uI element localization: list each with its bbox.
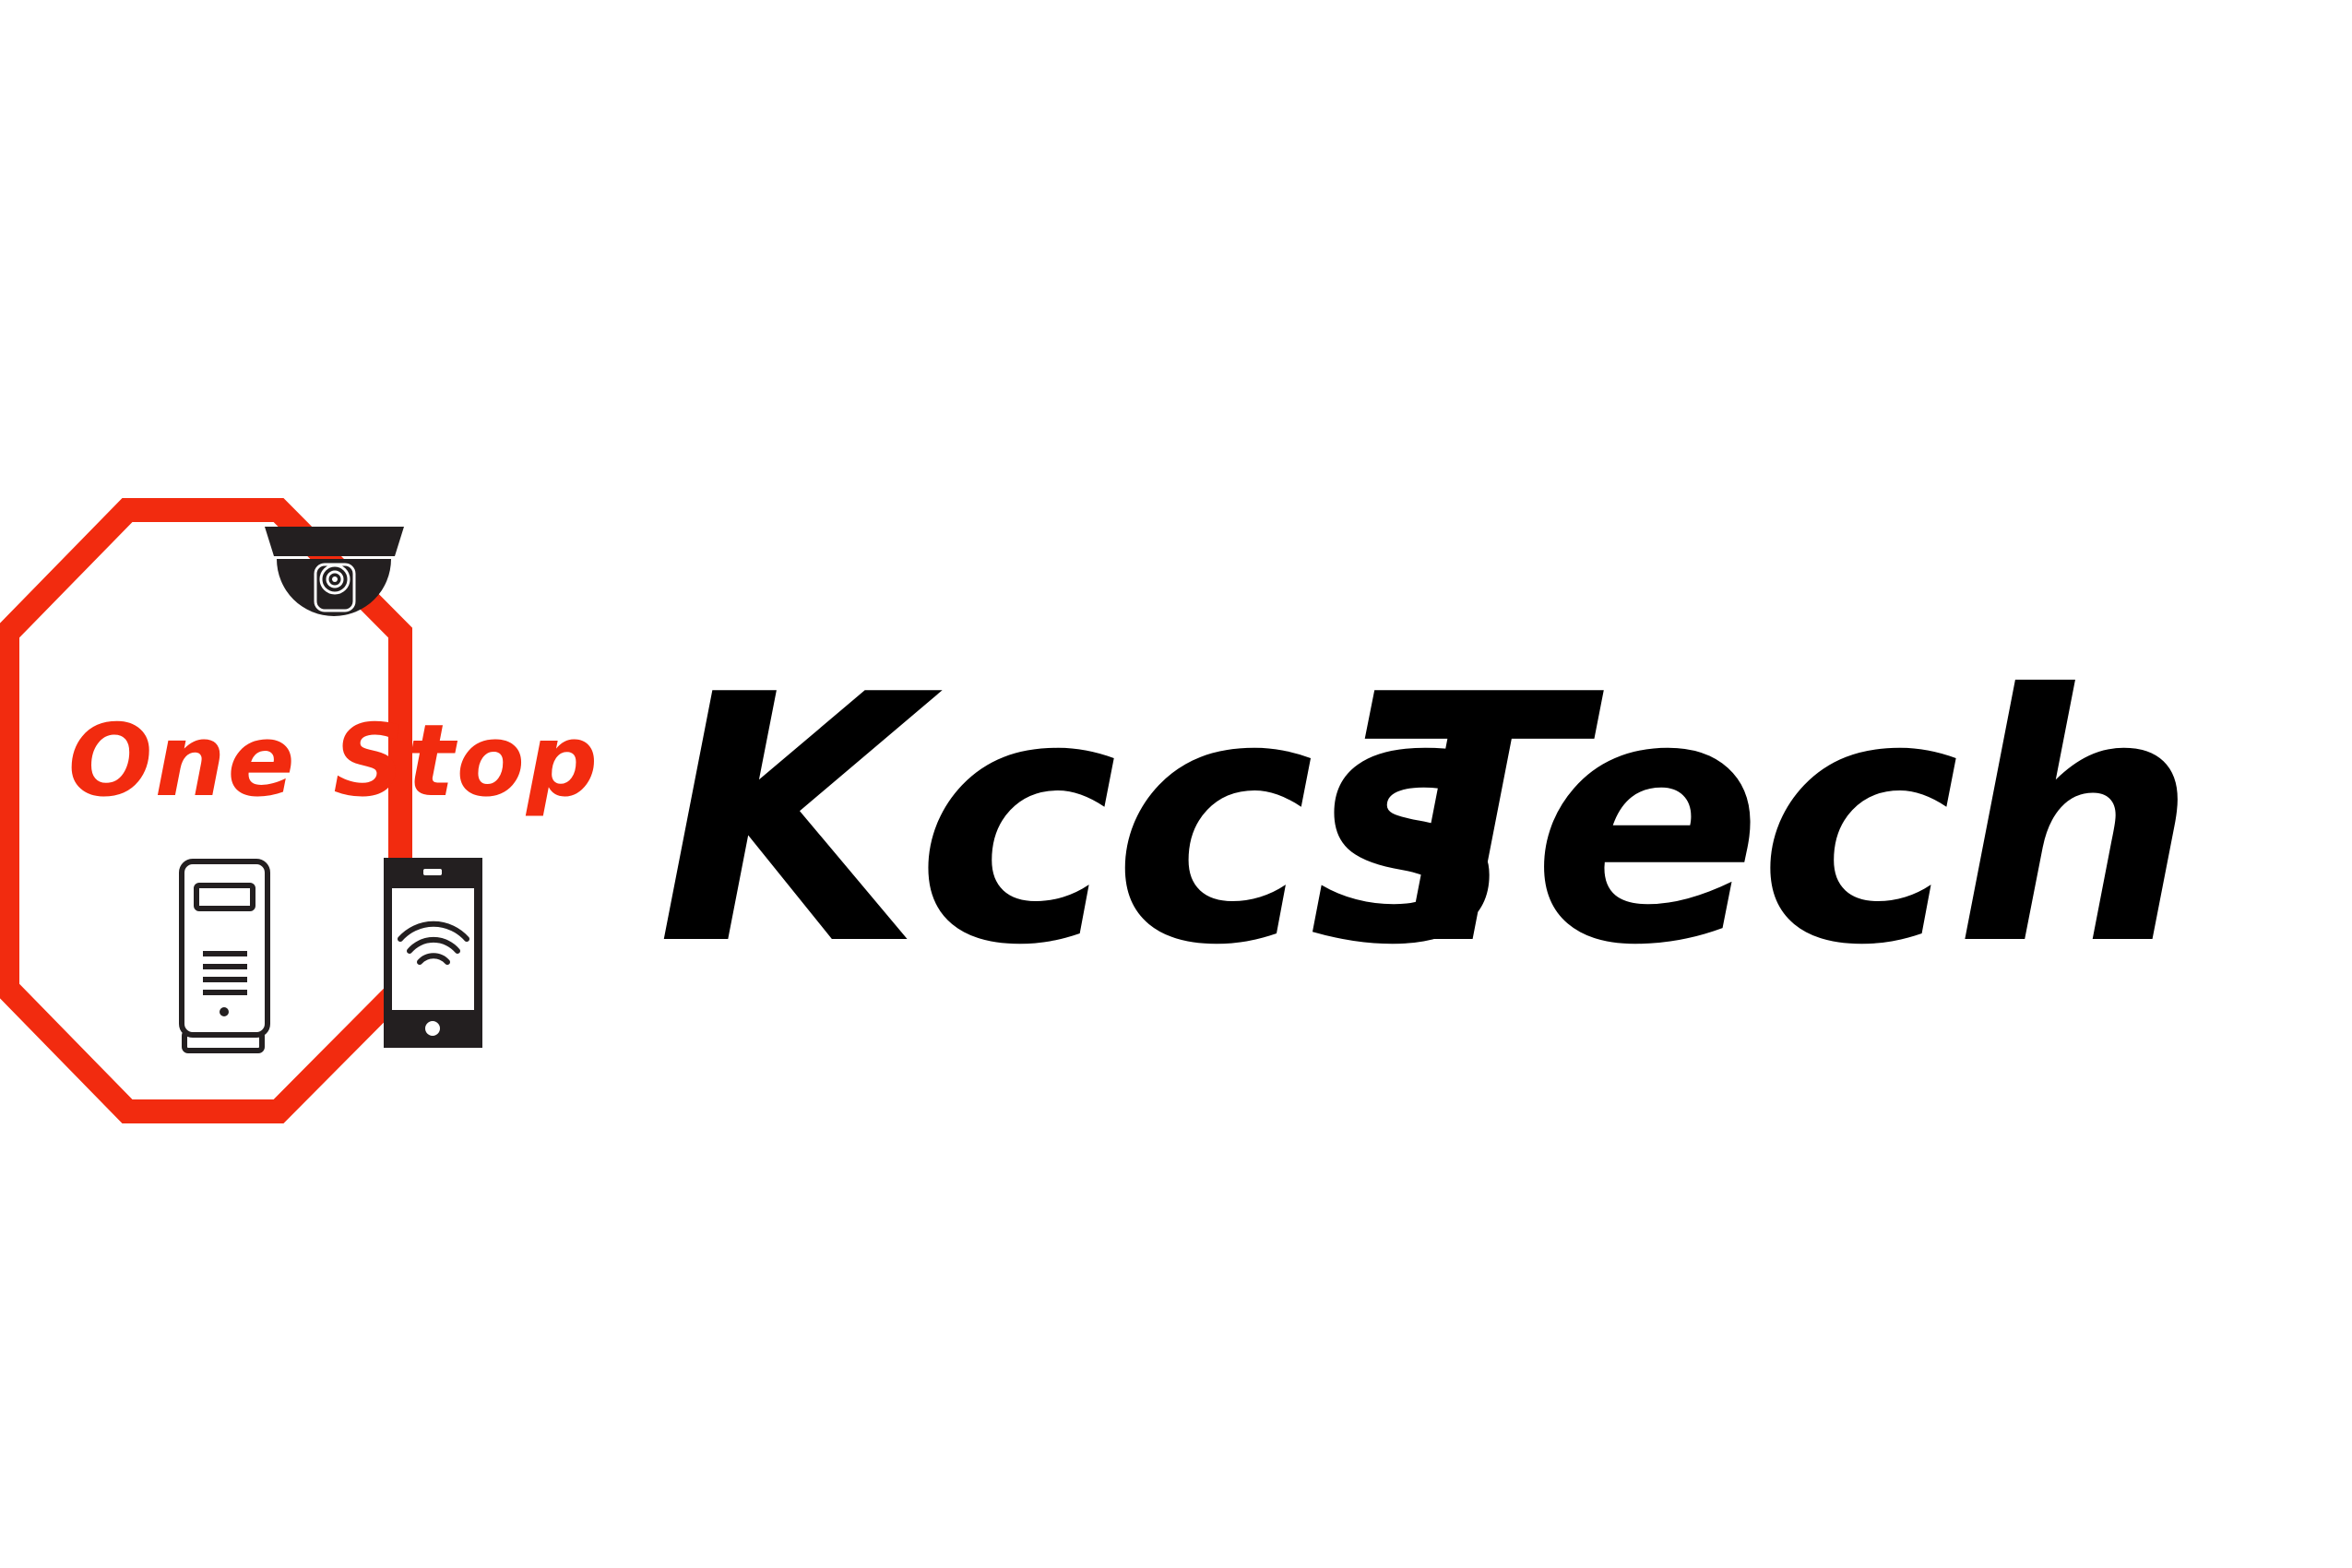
brand-word-tech: Tech [1348,624,2192,1020]
smartphone-wifi-icon [384,858,482,1048]
one-stop-emblem: One Stop [0,498,600,1123]
badge-text: One Stop [68,704,600,819]
brand-wordmark: Kccs Tech [657,624,2197,1020]
intercom-panel-icon [179,859,270,1053]
logo-canvas: One Stop Kccs Tech [0,0,2352,1568]
